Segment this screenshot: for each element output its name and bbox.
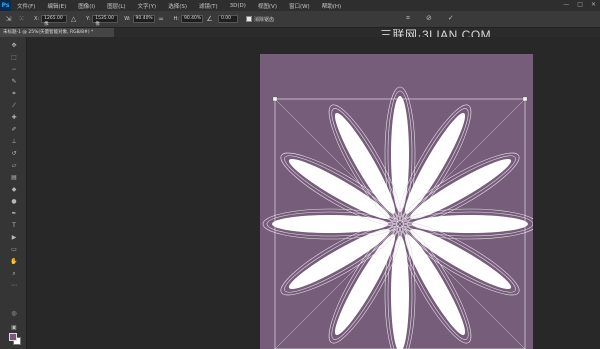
width-input[interactable]: 90.40% — [132, 15, 155, 23]
menu-type[interactable]: 文字(Y) — [138, 2, 157, 10]
healing-tool-icon[interactable]: ✚ — [9, 113, 19, 122]
menu-filter[interactable]: 滤镜(T) — [199, 2, 218, 10]
restore-icon[interactable]: □ — [577, 1, 583, 8]
menu-image[interactable]: 图像(I) — [78, 2, 95, 10]
crop-tool-icon[interactable]: ⌗ — [9, 89, 19, 98]
menu-window[interactable]: 窗口(W) — [289, 2, 310, 10]
antialias-checkbox[interactable] — [246, 16, 252, 22]
pen-tool-icon[interactable]: ✒ — [9, 209, 19, 218]
commit-transform-icon[interactable]: ✓ — [448, 14, 454, 23]
document-tab-bar: 未标题-1 @ 25%(矢量智能对象, RGB/8#) * — [0, 28, 600, 37]
h-label: H: — [173, 16, 179, 22]
close-icon[interactable]: ✕ — [591, 1, 596, 8]
reference-point-icon[interactable]: ⁙ — [17, 15, 26, 24]
clone-stamp-tool-icon[interactable]: ⊥ — [9, 137, 19, 146]
photoshop-logo: Ps — [0, 0, 11, 11]
quick-select-tool-icon[interactable]: ✎ — [9, 77, 19, 86]
cancel-transform-icon[interactable]: ⊘ — [426, 14, 432, 23]
rotate-icon: ∠ — [206, 15, 213, 23]
more-tools-icon[interactable]: ⋯ — [9, 281, 19, 290]
menu-3d[interactable]: 3D(D) — [230, 3, 246, 9]
height-input[interactable]: 90.40% — [181, 15, 203, 23]
eyedropper-tool-icon[interactable]: ⁄ — [9, 101, 19, 110]
zoom-tool-icon[interactable]: ⌕ — [9, 269, 19, 278]
y-label: Y: — [86, 16, 91, 22]
document-tab[interactable]: 未标题-1 @ 25%(矢量智能对象, RGB/8#) * — [0, 28, 114, 37]
blur-tool-icon[interactable]: ◆ — [9, 185, 19, 194]
shape-tool-icon[interactable]: ▭ — [9, 245, 19, 254]
window-controls: — □ ✕ — [563, 1, 596, 8]
menu-select[interactable]: 选择(S) — [168, 2, 187, 10]
brush-tool-icon[interactable]: ✐ — [9, 125, 19, 134]
dodge-tool-icon[interactable]: ● — [9, 197, 19, 206]
y-input[interactable]: 1535.00 像 — [92, 15, 119, 27]
warp-mode-icon[interactable]: ⌗ — [406, 14, 410, 23]
menu-bar: Ps 文件(F) 编辑(E) 图像(I) 图层(L) 文字(Y) 选择(S) 滤… — [0, 0, 600, 11]
history-brush-tool-icon[interactable]: ↺ — [9, 149, 19, 158]
flower-petals — [262, 86, 533, 349]
options-bar: ⇲ ⁙ X: 1265.00 像 △ Y: 1535.00 像 W: 90.40… — [0, 11, 600, 28]
menu-layer[interactable]: 图层(L) — [107, 2, 125, 10]
x-input[interactable]: 1265.00 像 — [41, 15, 68, 27]
marquee-tool-icon[interactable]: ⬚ — [9, 53, 19, 62]
transform-handle-tl — [272, 96, 278, 102]
menu-help[interactable]: 帮助(H) — [322, 2, 341, 10]
w-label: W: — [124, 16, 131, 22]
foreground-color-swatch[interactable] — [9, 333, 17, 341]
type-tool-icon[interactable]: T — [9, 221, 19, 230]
minimize-icon[interactable]: — — [563, 1, 569, 8]
transform-handle-tr — [522, 96, 528, 102]
link-icon[interactable]: ∞ — [157, 15, 166, 24]
antialias-label: 消除锯齿 — [254, 16, 275, 23]
menu-view[interactable]: 视图(V) — [258, 2, 277, 10]
x-label: X: — [34, 16, 40, 22]
menu-edit[interactable]: 编辑(E) — [47, 2, 66, 10]
menu-file[interactable]: 文件(F) — [17, 2, 35, 10]
relative-position-icon[interactable]: △ — [69, 15, 78, 24]
commit-controls: ⌗ ⊘ ✓ — [406, 14, 454, 23]
hand-tool-icon[interactable]: ✋ — [9, 257, 19, 266]
document-canvas[interactable] — [260, 54, 533, 349]
screen-mode-icon[interactable]: ▣ — [9, 323, 19, 332]
angle-input[interactable]: 0.00 — [218, 15, 238, 23]
transform-tool-icon[interactable]: ⇲ — [4, 15, 13, 24]
quick-mask-icon[interactable]: ◎ — [9, 309, 19, 318]
eraser-tool-icon[interactable]: ▱ — [9, 161, 19, 170]
tools-panel: ✥ ⬚ ∽ ✎ ⌗ ⁄ ✚ ✐ ⊥ ↺ ▱ ▤ ◆ ● ✒ T ▶ ▭ ✋ ⌕ … — [0, 37, 27, 349]
flower-artwork — [262, 86, 533, 349]
gradient-tool-icon[interactable]: ▤ — [9, 173, 19, 182]
path-select-tool-icon[interactable]: ▶ — [9, 233, 19, 242]
lasso-tool-icon[interactable]: ∽ — [9, 65, 19, 74]
move-tool-icon[interactable]: ✥ — [9, 41, 19, 50]
